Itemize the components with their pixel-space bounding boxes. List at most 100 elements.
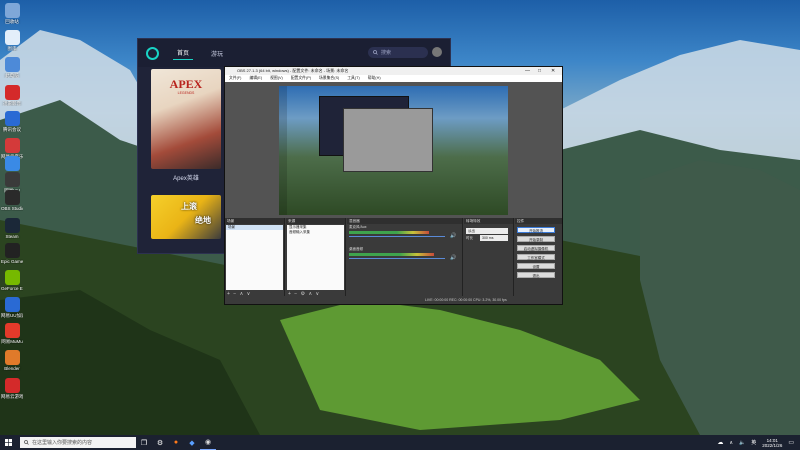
apex-subtitle: LEGENDS (177, 91, 195, 95)
apex-game-card[interactable]: APEX LEGENDS (151, 69, 221, 169)
desktop-icon-label: 网易MuMu (1, 339, 23, 344)
desktop-icon-label: 网易云游戏 (1, 394, 23, 399)
volume-slider[interactable] (349, 236, 445, 237)
scene-item[interactable]: 场景 (226, 225, 283, 230)
desktop-icon-label: Epic Games Launcher (1, 259, 23, 264)
obs-menu-item[interactable]: 编辑(E) (249, 75, 262, 82)
obs-menu-item[interactable]: 文件(F) (229, 75, 241, 82)
nested-obs (343, 108, 433, 172)
desktop-icon[interactable]: Steam (1, 218, 23, 239)
desktop-icon[interactable]: 迅雷影音 (1, 85, 23, 106)
desktop-icon[interactable]: 回收站 (1, 3, 23, 24)
desktop-wallpaper: 回收站图库此电脑迅雷影音腾讯会议网易云音乐迅雷网易UUOBS StudioSte… (0, 0, 800, 435)
task-view-icon[interactable]: ❐ (136, 435, 152, 450)
settings-gear-icon[interactable]: ⚙ (152, 435, 168, 450)
steam-icon (4, 218, 20, 233)
control-button[interactable]: 开始推流 (517, 227, 555, 233)
control-button[interactable]: 开始录制 (517, 236, 555, 242)
desktop-icon-label: Steam (5, 234, 19, 239)
audio-level-meter (349, 231, 429, 234)
audio-level-meter (349, 253, 434, 256)
preview-capture (279, 86, 508, 215)
control-button[interactable]: 退出 (517, 272, 555, 278)
tab-home[interactable]: 首页 (173, 46, 194, 60)
maximize-icon[interactable]: □ (538, 67, 541, 75)
mixer-header: 混音器 (347, 218, 462, 224)
control-button[interactable]: 设置 (517, 263, 555, 269)
chevron-up-icon[interactable]: ∧ (729, 440, 733, 446)
obs-icon (4, 190, 20, 205)
minimize-icon[interactable]: — (525, 67, 530, 75)
control-button[interactable]: 启动虚拟摄像机 (517, 245, 555, 251)
desktop-icon[interactable]: GeForce Experience (1, 270, 23, 291)
obs-menu-item[interactable]: 工具(T) (347, 75, 359, 82)
obs-menu-item[interactable]: 场景集合(S) (319, 75, 339, 82)
clock-date: 2022/1/26 (762, 442, 783, 448)
obs-status-bar: LIVE: 00:00:00 REC: 00:00:00 CPU: 3.2%, … (225, 296, 562, 304)
desktop-icon[interactable]: 此电脑 (1, 57, 23, 78)
obs-titlebar: OBS 27.1.3 (64 bit, windows) - 配置文件: 未命名… (225, 67, 562, 75)
source-item[interactable]: 音频输入采集 (287, 230, 344, 235)
desktop-icon[interactable]: 网易UU加速器 (1, 297, 23, 318)
transitions-panel: 转场特效 淡出 时长 300 ms (464, 218, 514, 298)
notification-icon[interactable]: ▭ (788, 439, 794, 446)
obs-menu-item[interactable]: 视图(V) (270, 75, 283, 82)
avatar[interactable] (432, 47, 442, 57)
geforce-icon (4, 270, 20, 285)
volume-icon[interactable]: 🔈 (739, 440, 745, 446)
duration-label: 时长 (466, 236, 473, 240)
obs-menu-item[interactable]: 配置文件(P) (291, 75, 311, 82)
taskbar-search-input[interactable]: 在这里输入你要搜索的内容 (20, 437, 136, 448)
duration-input[interactable]: 300 ms (480, 235, 508, 241)
launcher-search-input[interactable]: 搜索 (368, 47, 428, 58)
taskbar-clock[interactable]: 14:01 2022/1/26 (762, 438, 782, 448)
search-icon (373, 50, 378, 55)
firefox-icon[interactable]: ● (168, 435, 184, 450)
transition-select[interactable]: 淡出 (466, 228, 508, 234)
taskbar: 在这里输入你要搜索的内容 ❐ ⚙ ● ◆ ◉ ☁ ∧ 🔈 英 14:01 202… (0, 435, 800, 450)
desktop-icon[interactable]: 图库 (1, 30, 23, 51)
mixer-track: 麦克风/Aux 🔊 (347, 225, 462, 247)
close-icon[interactable]: ✕ (551, 67, 555, 75)
mixer-track-name: 麦克风/Aux (349, 225, 367, 229)
app-icon[interactable]: ◆ (184, 435, 200, 450)
uu-icon (4, 172, 20, 187)
obs-dock: 场景 场景 + − ∧ ∨ 来源 显示器采集 音频输入采集 + − ⚙ ∧ ∨ 混… (225, 218, 562, 302)
desktop-icon-label: 腾讯会议 (3, 127, 21, 132)
music-icon (4, 138, 20, 153)
media-player-icon (4, 85, 20, 100)
mixer-track-name: 桌面音频 (349, 247, 363, 251)
cloud-icon[interactable]: ☁ (717, 439, 723, 446)
windows-start-icon[interactable] (0, 435, 16, 450)
obs-taskbar-icon[interactable]: ◉ (200, 435, 216, 450)
desktop-icon[interactable]: 腾讯会议 (1, 111, 23, 132)
system-tray: ☁ ∧ 🔈 英 14:01 2022/1/26 ▭ (717, 435, 800, 450)
search-placeholder: 搜索 (381, 50, 392, 56)
desktop-icon-label: 网易UU加速器 (1, 313, 23, 318)
desktop-icon[interactable]: OBS Studio (1, 190, 23, 211)
input-method[interactable]: 英 (751, 439, 756, 446)
desktop-icon-label: 迅雷影音 (3, 101, 21, 106)
desktop-icon[interactable]: Blender (1, 350, 23, 371)
promo-banner[interactable]: 上滚 绝地 (151, 195, 221, 239)
speaker-icon[interactable]: 🔊 (450, 233, 456, 239)
volume-slider[interactable] (349, 258, 445, 259)
desktop-icon[interactable]: Epic Games Launcher (1, 243, 23, 264)
banner-text-1: 上滚 (181, 202, 197, 211)
gallery-icon (4, 30, 20, 45)
apex-title: APEX (169, 77, 203, 91)
speaker-icon[interactable]: 🔊 (450, 255, 456, 261)
obs-window: OBS 27.1.3 (64 bit, windows) - 配置文件: 未命名… (224, 66, 563, 305)
banner-text-2: 绝地 (195, 216, 211, 225)
sources-list: 显示器采集 音频输入采集 (287, 225, 344, 290)
desktop-icon[interactable]: 网易云游戏 (1, 378, 23, 399)
desktop-icon-label: Blender (4, 366, 20, 371)
launcher-logo-icon[interactable] (146, 46, 159, 60)
cloud-game-icon (4, 378, 20, 393)
tab-play[interactable]: 游玩 (207, 47, 227, 60)
desktop-icon[interactable]: 网易MuMu (1, 323, 23, 344)
obs-title: OBS 27.1.3 (64 bit, windows) - 配置文件: 未命名… (237, 68, 349, 73)
control-button[interactable]: 工作室模式 (517, 254, 555, 260)
obs-menu-item[interactable]: 帮助(H) (368, 75, 381, 82)
apex-game-label[interactable]: Apex英雄 (151, 173, 221, 182)
